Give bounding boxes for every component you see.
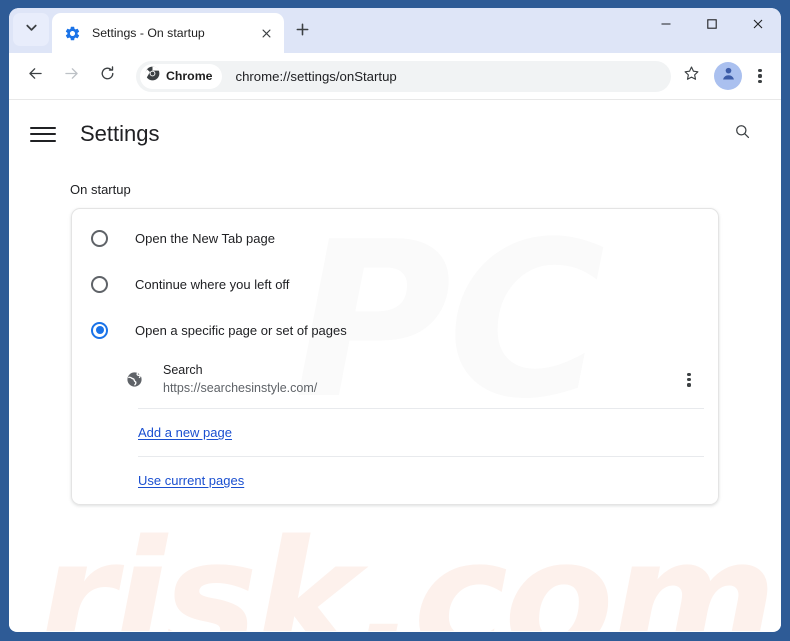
new-tab-button[interactable]: [288, 18, 316, 46]
section-heading: On startup: [70, 182, 781, 197]
startup-page-name: Search: [163, 362, 676, 379]
startup-page-url: https://searchesinstyle.com/: [163, 379, 676, 397]
window-controls: [643, 8, 781, 53]
chrome-origin-chip[interactable]: Chrome: [140, 64, 222, 89]
back-arrow-icon: [27, 65, 44, 87]
watermark-bottom: risk.com: [37, 505, 773, 631]
three-dot-menu-icon: [758, 69, 761, 83]
startup-option-label: Open a specific page or set of pages: [135, 323, 347, 338]
close-button[interactable]: [735, 8, 781, 40]
tab-strip: Settings - On startup: [9, 8, 781, 53]
startup-option-label: Continue where you left off: [135, 277, 289, 292]
address-bar[interactable]: Chrome chrome://settings/onStartup: [136, 61, 671, 92]
use-current-pages-link[interactable]: Use current pages: [138, 473, 244, 488]
radio-button[interactable]: [91, 276, 108, 293]
hamburger-menu-icon[interactable]: [30, 121, 56, 147]
address-bar-url: chrome://settings/onStartup: [235, 69, 396, 84]
radio-button[interactable]: [91, 230, 108, 247]
use-current-pages-row[interactable]: Use current pages: [72, 457, 718, 504]
startup-option-continue[interactable]: Continue where you left off: [72, 261, 718, 307]
profile-avatar-button[interactable]: [714, 62, 742, 90]
browser-window-frame: Settings - On startup: [0, 0, 790, 641]
chevron-down-icon: [24, 20, 39, 40]
page-title: Settings: [80, 121, 727, 147]
settings-gear-icon: [64, 25, 81, 42]
radio-button-selected[interactable]: [91, 322, 108, 339]
forward-arrow-icon: [63, 65, 80, 87]
tab-title: Settings - On startup: [92, 26, 256, 40]
startup-option-new-tab[interactable]: Open the New Tab page: [72, 215, 718, 261]
tab-search-button[interactable]: [13, 13, 49, 46]
startup-option-label: Open the New Tab page: [135, 231, 275, 246]
plus-icon: [295, 22, 310, 42]
maximize-button[interactable]: [689, 8, 735, 40]
three-dot-menu-icon: [687, 373, 690, 387]
settings-header: Settings: [9, 100, 781, 168]
add-new-page-link[interactable]: Add a new page: [138, 425, 232, 440]
forward-button[interactable]: [55, 60, 88, 93]
startup-option-specific-pages[interactable]: Open a specific page or set of pages: [72, 307, 718, 353]
bookmark-button[interactable]: [677, 62, 705, 90]
minimize-button[interactable]: [643, 8, 689, 40]
startup-page-menu-button[interactable]: [676, 365, 702, 395]
settings-page: PC risk.com Settings On startup: [9, 100, 781, 631]
settings-search-button[interactable]: [727, 119, 757, 149]
tab-close-button[interactable]: [256, 23, 276, 43]
browser-menu-button[interactable]: [747, 62, 773, 90]
startup-page-info: Search https://searchesinstyle.com/: [163, 362, 676, 397]
reload-button[interactable]: [91, 60, 124, 93]
person-avatar-icon: [720, 65, 737, 87]
back-button[interactable]: [19, 60, 52, 93]
reload-icon: [99, 65, 116, 87]
star-icon: [683, 65, 700, 87]
globe-icon: [126, 371, 143, 388]
chrome-logo-icon: [145, 66, 160, 86]
browser-tab[interactable]: Settings - On startup: [52, 13, 284, 53]
startup-page-row: Search https://searchesinstyle.com/: [72, 353, 718, 408]
on-startup-card: Open the New Tab page Continue where you…: [71, 208, 719, 505]
chrome-chip-label: Chrome: [166, 69, 212, 83]
browser-toolbar: Chrome chrome://settings/onStartup: [9, 53, 781, 100]
search-icon: [734, 123, 751, 145]
add-new-page-row[interactable]: Add a new page: [72, 409, 718, 456]
browser-window: Settings - On startup: [9, 8, 781, 632]
